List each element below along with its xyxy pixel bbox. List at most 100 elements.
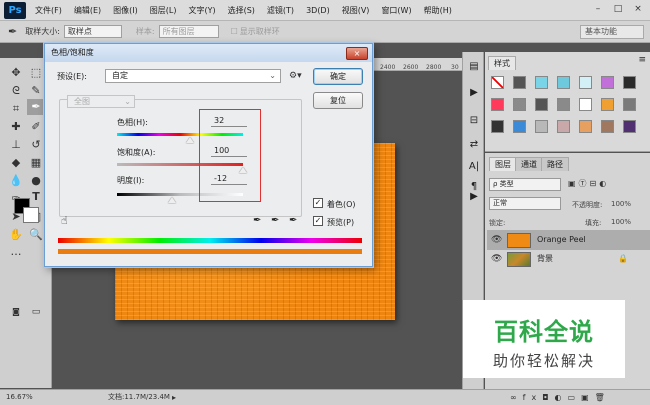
actions-icon[interactable]: ▶ bbox=[467, 86, 481, 100]
style-swatch[interactable] bbox=[579, 120, 592, 133]
eyedropper-icon[interactable]: ✒ bbox=[8, 25, 17, 38]
dodge-tool-icon[interactable]: ● bbox=[27, 173, 45, 189]
more-tools-icon[interactable]: … bbox=[7, 244, 25, 260]
targeted-adjustment-icon[interactable]: ☝ bbox=[61, 214, 68, 227]
eye-icon[interactable]: 👁 bbox=[491, 230, 502, 250]
style-swatch[interactable] bbox=[535, 120, 548, 133]
channel-select[interactable]: 全图 ⌄ bbox=[67, 95, 135, 108]
move-tool-icon[interactable]: ✥ bbox=[7, 65, 25, 81]
screen-mode-icon[interactable]: ▭ bbox=[27, 304, 45, 320]
tab-styles[interactable]: 样式 bbox=[488, 56, 516, 70]
style-swatch[interactable] bbox=[557, 98, 570, 111]
menu-image[interactable]: 图像(I) bbox=[107, 0, 144, 21]
close-window-button[interactable]: × bbox=[630, 2, 646, 16]
layer-row-orange-peel[interactable]: 👁 Orange Peel bbox=[487, 230, 650, 250]
style-swatch[interactable] bbox=[557, 120, 570, 133]
history-brush-tool-icon[interactable]: ↺ bbox=[27, 137, 45, 153]
style-swatch[interactable] bbox=[623, 120, 636, 133]
style-swatch[interactable] bbox=[623, 98, 636, 111]
play-icon[interactable]: ▶ bbox=[467, 190, 481, 204]
style-swatch[interactable] bbox=[491, 120, 504, 133]
preset-label: 预设(E): bbox=[57, 72, 87, 81]
healing-brush-tool-icon[interactable]: ✚ bbox=[7, 119, 25, 135]
preset-select[interactable]: 自定 ⌄ bbox=[105, 69, 281, 83]
marquee-tool-icon[interactable]: ⬚ bbox=[27, 65, 45, 81]
blend-mode-select[interactable]: 正常 bbox=[489, 197, 561, 210]
style-swatch[interactable] bbox=[513, 98, 526, 111]
minimize-button[interactable]: – bbox=[590, 2, 606, 16]
reset-button[interactable]: 复位 bbox=[313, 92, 363, 109]
eyedropper-plus-icon[interactable]: ✒ bbox=[271, 215, 279, 226]
style-swatch[interactable] bbox=[601, 120, 614, 133]
hue-slider-thumb[interactable] bbox=[186, 137, 195, 143]
eyedropper-icon[interactable]: ✒ bbox=[253, 215, 261, 226]
lasso-tool-icon[interactable]: ᘓ bbox=[7, 83, 25, 99]
properties-icon[interactable]: ⊟ bbox=[467, 114, 481, 128]
style-swatch[interactable] bbox=[513, 120, 526, 133]
opacity-value[interactable]: 100% bbox=[611, 200, 631, 208]
tab-channels[interactable]: 通道 bbox=[515, 157, 543, 171]
maximize-button[interactable]: □ bbox=[610, 2, 626, 16]
hand-tool-icon[interactable]: ✋ bbox=[7, 227, 25, 243]
style-swatch[interactable] bbox=[557, 76, 570, 89]
style-swatch[interactable] bbox=[601, 76, 614, 89]
status-arrow-icon[interactable]: ▸ bbox=[172, 390, 176, 405]
style-swatch[interactable] bbox=[579, 98, 592, 111]
clone-stamp-tool-icon[interactable]: ⊥ bbox=[7, 137, 25, 153]
menu-type[interactable]: 文字(Y) bbox=[182, 0, 221, 21]
style-swatch[interactable] bbox=[513, 76, 526, 89]
layer-row-background[interactable]: 👁 背景 🔒 bbox=[487, 249, 650, 269]
fill-value[interactable]: 100% bbox=[611, 218, 631, 226]
eraser-tool-icon[interactable]: ◆ bbox=[7, 155, 25, 171]
style-swatch[interactable] bbox=[491, 76, 504, 89]
filter-icons[interactable]: ▣Ⓣ⊟◐ bbox=[568, 178, 609, 189]
panel-menu-icon[interactable]: ≡ bbox=[638, 55, 646, 65]
layer-filter-select[interactable]: ρ 类型 bbox=[489, 178, 561, 191]
quick-select-tool-icon[interactable]: ✎ bbox=[27, 83, 45, 99]
dialog-title: 色相/饱和度 bbox=[45, 44, 372, 62]
colorize-checkbox[interactable]: ✓ bbox=[313, 198, 323, 208]
menu-filter[interactable]: 滤镜(T) bbox=[261, 0, 300, 21]
gradient-tool-icon[interactable]: ▦ bbox=[27, 155, 45, 171]
brush-tool-icon[interactable]: ✐ bbox=[27, 119, 45, 135]
ruler-tick: 2600 bbox=[403, 64, 419, 71]
crop-tool-icon[interactable]: ⌗ bbox=[7, 101, 25, 117]
menu-help[interactable]: 帮助(H) bbox=[418, 0, 458, 21]
menu-window[interactable]: 窗口(W) bbox=[375, 0, 417, 21]
zoom-tool-icon[interactable]: 🔍 bbox=[27, 227, 45, 243]
style-swatch[interactable] bbox=[535, 98, 548, 111]
tab-layers[interactable]: 图层 bbox=[489, 157, 517, 171]
eye-icon[interactable]: 👁 bbox=[491, 249, 502, 269]
style-swatch[interactable] bbox=[579, 76, 592, 89]
menu-select[interactable]: 选择(S) bbox=[222, 0, 261, 21]
gear-icon[interactable]: ⚙▾ bbox=[289, 71, 302, 81]
dialog-close-button[interactable]: × bbox=[346, 47, 368, 60]
layer-action-icons[interactable]: ∞fx◘◐▭▣🗑 bbox=[510, 390, 611, 405]
eyedropper-tool-icon[interactable]: ✒ bbox=[27, 99, 45, 115]
style-swatch[interactable] bbox=[623, 76, 636, 89]
menu-view[interactable]: 视图(V) bbox=[336, 0, 376, 21]
menu-edit[interactable]: 编辑(E) bbox=[68, 0, 107, 21]
menu-file[interactable]: 文件(F) bbox=[29, 0, 68, 21]
background-color-swatch[interactable] bbox=[23, 207, 39, 223]
lightness-slider-thumb[interactable] bbox=[168, 197, 177, 203]
blur-tool-icon[interactable]: 💧 bbox=[7, 173, 25, 189]
sampling-ring-checkbox[interactable]: ☐ bbox=[231, 27, 238, 36]
style-swatch[interactable] bbox=[601, 98, 614, 111]
zoom-level[interactable]: 16.67% bbox=[6, 390, 33, 405]
quick-mask-icon[interactable]: ◙ bbox=[7, 304, 25, 320]
character-icon[interactable]: A| bbox=[467, 160, 481, 174]
workspace-select[interactable]: 基本功能 bbox=[580, 25, 644, 39]
tab-paths[interactable]: 路径 bbox=[541, 157, 569, 171]
menu-3d[interactable]: 3D(D) bbox=[300, 0, 336, 21]
style-swatch[interactable] bbox=[535, 76, 548, 89]
history-icon[interactable]: ▤ bbox=[467, 60, 481, 74]
sample-select[interactable]: 所有图层 bbox=[158, 25, 219, 38]
preview-checkbox[interactable]: ✓ bbox=[313, 216, 323, 226]
ok-button[interactable]: 确定 bbox=[313, 68, 363, 85]
sample-size-select[interactable]: 取样点 bbox=[63, 25, 122, 38]
menu-layer[interactable]: 图层(L) bbox=[144, 0, 183, 21]
style-swatch[interactable] bbox=[491, 98, 504, 111]
adjust-icon[interactable]: ⇄ bbox=[467, 138, 481, 152]
eyedropper-minus-icon[interactable]: ✒ bbox=[289, 215, 297, 226]
